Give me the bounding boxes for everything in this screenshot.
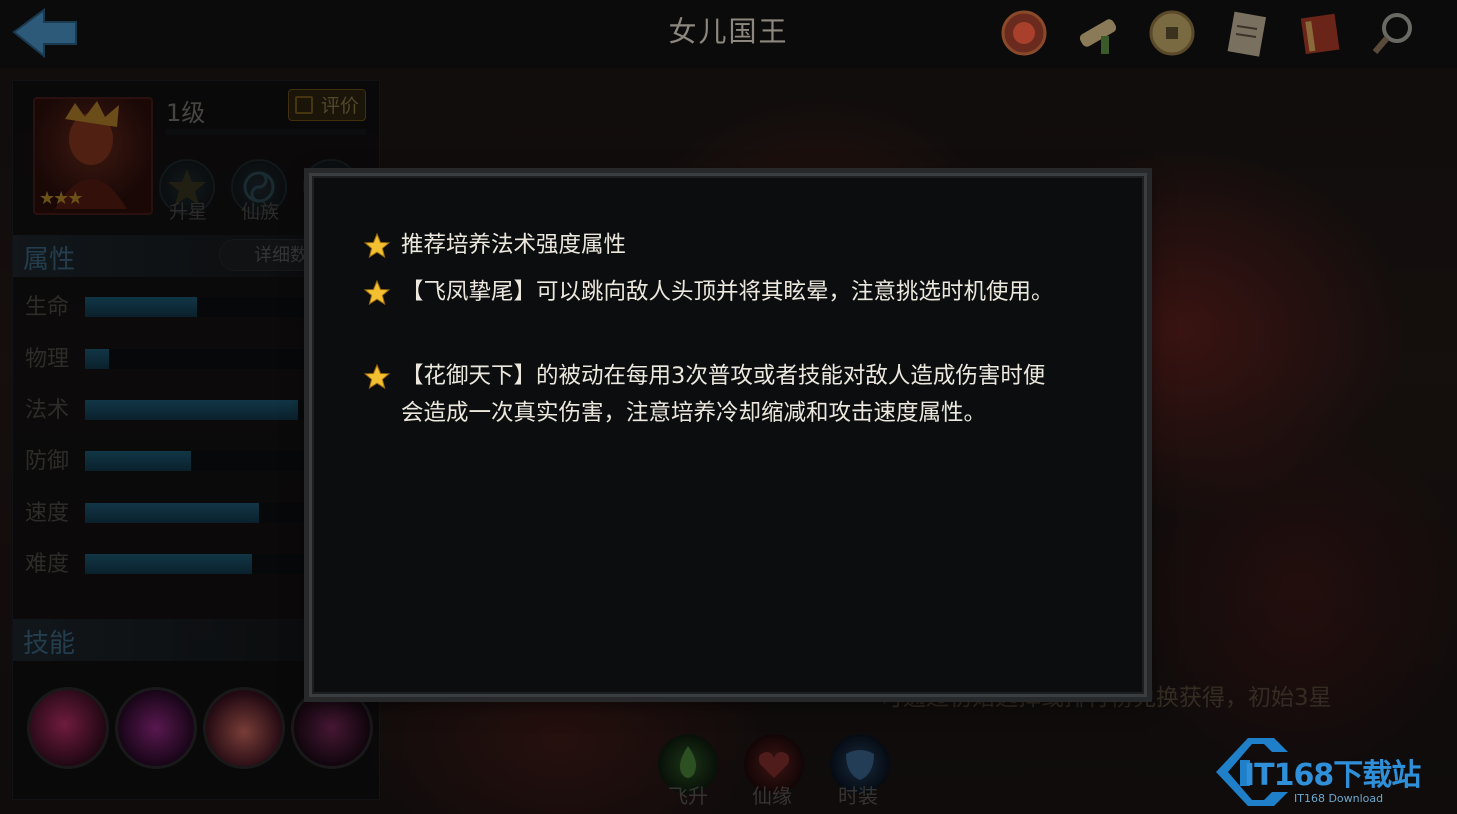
tip-text-1: 推荐培养法术强度属性 bbox=[401, 232, 627, 258]
document-icon bbox=[1227, 11, 1267, 57]
star-bullet-icon bbox=[364, 364, 390, 390]
tip-item-1: 推荐培养法术强度属性 bbox=[364, 227, 1064, 264]
coin-icon bbox=[1149, 10, 1195, 56]
watermark-subtitle: IT168 Download bbox=[1294, 792, 1384, 805]
watermark-brand: IT168下载站 bbox=[1244, 758, 1421, 793]
scroll-button[interactable] bbox=[1071, 6, 1125, 60]
seal-icon bbox=[1001, 10, 1047, 56]
book-button[interactable] bbox=[1293, 6, 1347, 60]
tip-item-3: 【花御天下】的被动在每用3次普攻或者技能对敌人造成伤害时便会造成一次真实伤害，注… bbox=[364, 358, 1064, 432]
seal-button[interactable] bbox=[997, 6, 1051, 60]
coin-button[interactable] bbox=[1145, 6, 1199, 60]
tip-text-2: 【飞凤挚尾】可以跳向敌人头顶并将其眩晕，注意挑选时机使用。 bbox=[401, 279, 1054, 305]
tip-text-3: 【花御天下】的被动在每用3次普攻或者技能对敌人造成伤害时便会造成一次真实伤害，注… bbox=[401, 363, 1046, 426]
star-bullet-icon bbox=[364, 280, 390, 306]
top-bar: 女儿国王 bbox=[0, 0, 1457, 68]
book-icon bbox=[1300, 13, 1340, 55]
scroll-icon bbox=[1079, 19, 1117, 54]
hero-tips-dialog: 推荐培养法术强度属性 【飞凤挚尾】可以跳向敌人头顶并将其眩晕，注意挑选时机使用。… bbox=[309, 173, 1147, 697]
tip-item-2: 【飞凤挚尾】可以跳向敌人头顶并将其眩晕，注意挑选时机使用。 bbox=[364, 274, 1064, 311]
search-button[interactable] bbox=[1367, 6, 1421, 60]
star-bullet-icon bbox=[364, 233, 390, 259]
document-button[interactable] bbox=[1219, 6, 1273, 60]
magnifier-icon bbox=[1372, 13, 1412, 54]
